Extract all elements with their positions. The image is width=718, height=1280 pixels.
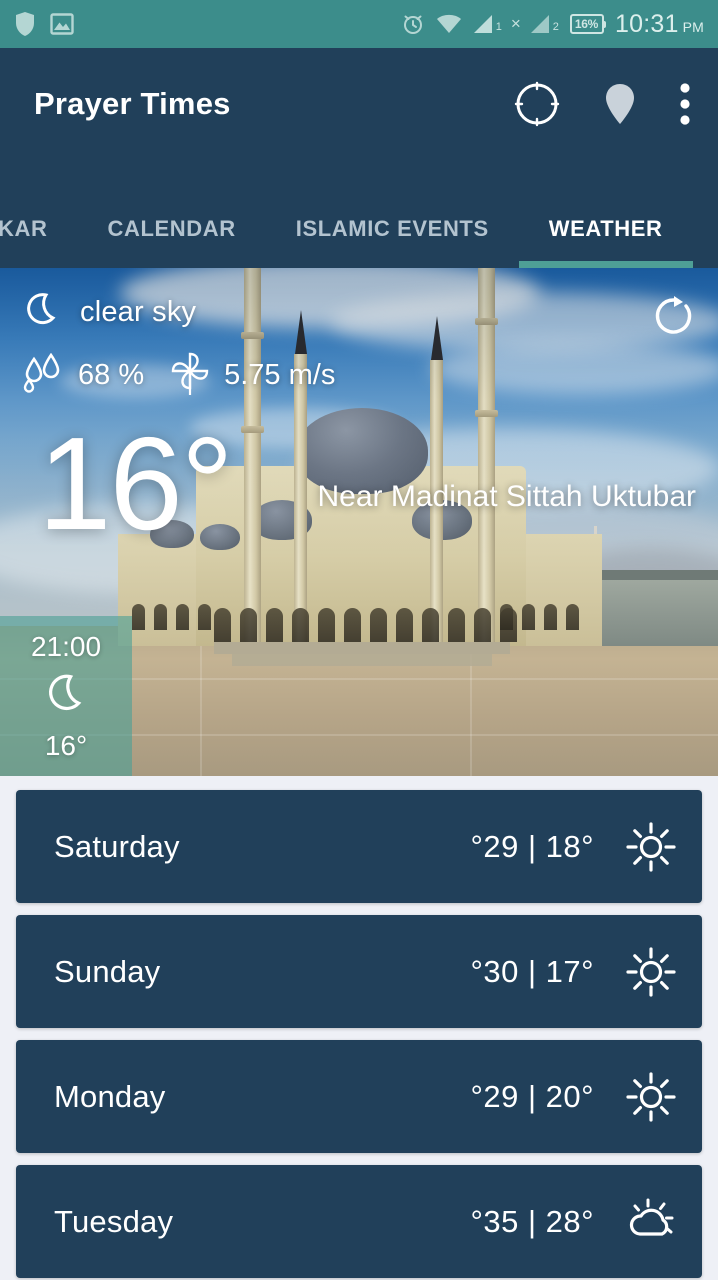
status-bar-left-icons	[14, 11, 74, 37]
humidity-value: 68 %	[78, 359, 145, 391]
compass-icon[interactable]	[514, 81, 560, 127]
daily-forecast-list: Saturday °29 | 18° Sunday °30 | 17° Mond…	[0, 778, 718, 1280]
shield-icon	[14, 11, 36, 37]
forecast-day: Sunday	[54, 953, 161, 989]
sim-2-label: 2	[552, 21, 559, 33]
toolbar-actions	[514, 81, 696, 127]
tab-label: CALENDAR	[107, 216, 236, 241]
tab-weather[interactable]: WEATHER	[518, 160, 693, 268]
sun-icon	[622, 821, 680, 873]
photo-icon	[50, 12, 74, 36]
forecast-temps: °35 | 28°	[470, 1203, 594, 1239]
wind-value: 5.75 m/s	[224, 359, 336, 391]
weather-meta-row: 68 % 5.75 m/s	[22, 351, 696, 400]
page-title: Prayer Times	[34, 86, 231, 121]
forecast-temps: °29 | 20°	[470, 1078, 594, 1114]
forecast-day: Saturday	[54, 828, 180, 864]
status-bar: 1 × 2 16% 10:31 PM	[0, 0, 718, 48]
hero-summary: clear sky 68 % 5.75 m/s	[22, 290, 696, 400]
signal-1-icon: 1	[473, 14, 502, 34]
location-pin-icon[interactable]	[604, 82, 636, 126]
forecast-temps: °29 | 18°	[470, 828, 594, 864]
tab-label: ISLAMIC EVENTS	[295, 216, 489, 241]
wifi-icon	[436, 13, 462, 35]
forecast-day: Tuesday	[54, 1203, 174, 1239]
condition-row: clear sky	[22, 290, 696, 335]
forecast-row-tuesday[interactable]: Tuesday °35 | 28°	[16, 1165, 702, 1278]
overflow-menu-icon[interactable]	[680, 83, 690, 125]
app-toolbar: Prayer Times	[0, 48, 718, 160]
weather-hero: clear sky 68 % 5.75 m/s 16° Near Madinat…	[0, 268, 718, 776]
no-sim-x-icon: ×	[510, 14, 521, 33]
refresh-icon[interactable]	[652, 294, 696, 343]
forecast-row-saturday[interactable]: Saturday °29 | 18°	[16, 790, 702, 903]
forecast-row-sunday[interactable]: Sunday °30 | 17°	[16, 915, 702, 1028]
hourly-time: 21:00	[30, 630, 102, 662]
sun-icon	[622, 1071, 680, 1123]
forecast-temps: °30 | 17°	[470, 953, 594, 989]
forecast-row-monday[interactable]: Monday °29 | 20°	[16, 1040, 702, 1153]
hourly-temperature: 16°	[44, 729, 88, 761]
crescent-moon-icon	[22, 290, 62, 335]
tab-islamic-events[interactable]: ISLAMIC EVENTS	[266, 160, 519, 268]
status-bar-right-icons: 1 × 2 16% 10:31 PM	[401, 10, 704, 39]
forecast-day: Monday	[54, 1078, 166, 1114]
alarm-icon	[401, 12, 425, 36]
pinwheel-icon	[170, 351, 210, 400]
crescent-moon-icon	[43, 671, 89, 722]
tab-calendar[interactable]: CALENDAR	[78, 160, 266, 268]
sim-1-label: 1	[495, 21, 502, 33]
app-root: 1 × 2 16% 10:31 PM Prayer Times KAR CALE…	[0, 0, 718, 1280]
status-bar-clock: 10:31 PM	[615, 10, 704, 39]
clock-ampm: PM	[682, 18, 704, 35]
current-temperature: 16°	[38, 410, 234, 557]
condition-text: clear sky	[80, 296, 197, 328]
sun-behind-cloud-icon	[622, 1196, 680, 1248]
water-drops-icon	[22, 352, 64, 398]
tab-bar: ZKAR CALENDAR ISLAMIC EVENTS WEATHER	[0, 160, 718, 268]
hourly-forecast-item[interactable]: 21:00 16°	[0, 616, 132, 776]
battery-indicator: 16%	[569, 14, 607, 34]
sun-icon	[622, 946, 680, 998]
tab-azkar[interactable]: ZKAR	[0, 160, 78, 268]
clock-time: 10:31	[615, 9, 679, 38]
location-label: Near Madinat Sittah Uktubar	[317, 480, 696, 513]
signal-2-icon: 2	[530, 14, 559, 34]
tab-label: WEATHER	[548, 216, 663, 241]
tab-label: ZKAR	[0, 216, 48, 241]
